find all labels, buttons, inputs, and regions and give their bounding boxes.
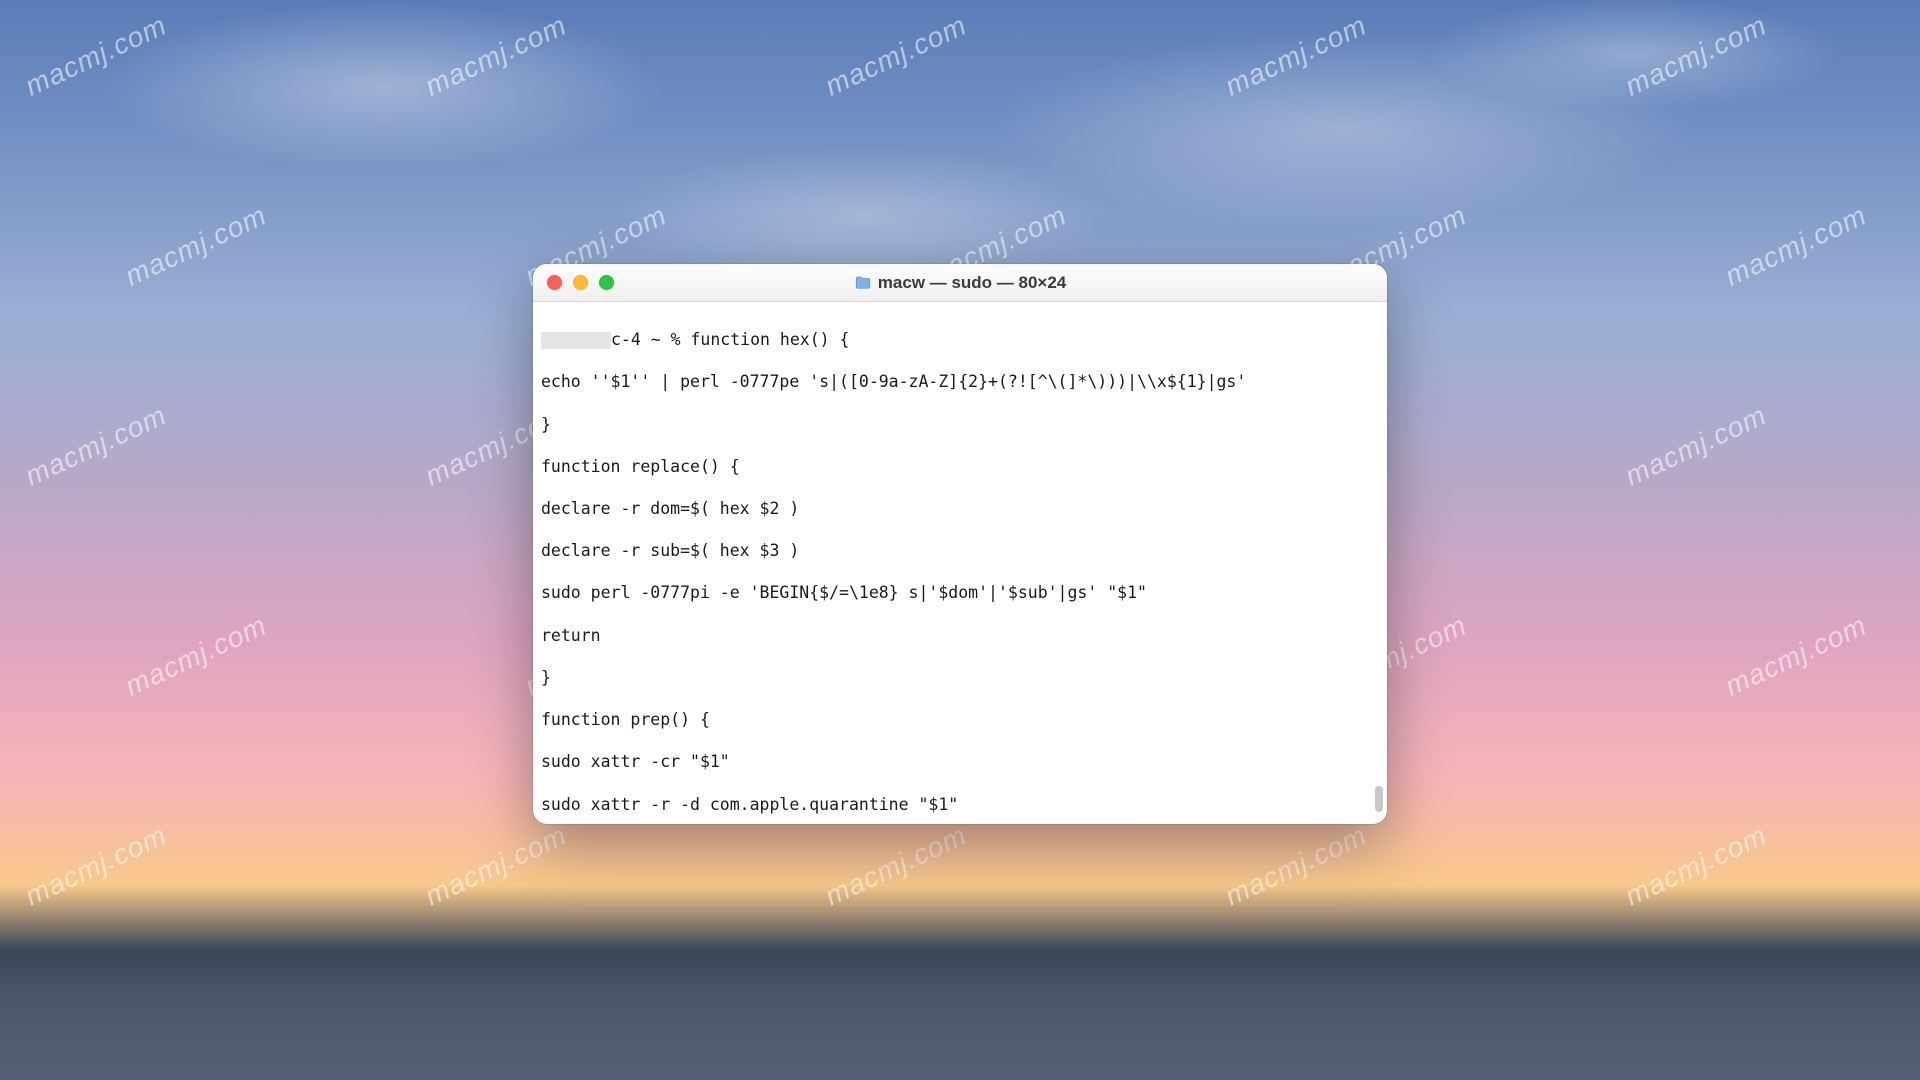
watermark: macmj.com [1720,609,1871,702]
watermark: macmj.com [420,819,571,912]
window-titlebar[interactable]: macw — sudo — 80×24 [533,264,1387,302]
watermark: macmj.com [120,199,271,292]
terminal-window[interactable]: macw — sudo — 80×24 c-4 ~ % function hex… [533,264,1387,824]
terminal-line: sudo perl -0777pi -e 'BEGIN{$/=\1e8} s|'… [541,582,1379,603]
scrollbar-thumb[interactable] [1375,786,1383,812]
prompt-suffix: c-4 ~ % [611,330,690,349]
watermark: macmj.com [820,9,971,102]
terminal-output[interactable]: c-4 ~ % function hex() { echo ''$1'' | p… [533,302,1387,824]
watermark: macmj.com [20,399,171,492]
watermark: macmj.com [1620,399,1771,492]
traffic-lights [533,275,614,290]
watermark: macmj.com [1620,9,1771,102]
watermark: macmj.com [120,609,271,702]
folder-icon [854,274,872,292]
terminal-line: declare -r sub=$( hex $3 ) [541,540,1379,561]
window-title: macw — sudo — 80×24 [533,273,1387,293]
watermark: macmj.com [420,9,571,102]
terminal-line: sudo xattr -cr "$1" [541,751,1379,772]
terminal-line: function hex() { [690,330,849,349]
terminal-line: declare -r dom=$( hex $2 ) [541,498,1379,519]
terminal-line: function prep() { [541,709,1379,730]
window-title-text: macw — sudo — 80×24 [878,273,1067,293]
close-button[interactable] [547,275,562,290]
terminal-line: echo ''$1'' | perl -0777pe 's|([0-9a-zA-… [541,371,1379,392]
terminal-line: } [541,667,1379,688]
watermark: macmj.com [20,9,171,102]
terminal-line: } [541,414,1379,435]
redacted-hostname [541,332,611,349]
terminal-line: return [541,625,1379,646]
watermark: macmj.com [1620,819,1771,912]
watermark: macmj.com [820,819,971,912]
watermark: macmj.com [1220,819,1371,912]
desktop-background: macmj.com macmj.com macmj.com macmj.com … [0,0,1920,1080]
watermark: macmj.com [1220,9,1371,102]
zoom-button[interactable] [599,275,614,290]
terminal-line: function replace() { [541,456,1379,477]
watermark: macmj.com [20,819,171,912]
watermark: macmj.com [1720,199,1871,292]
minimize-button[interactable] [573,275,588,290]
terminal-line: sudo xattr -r -d com.apple.quarantine "$… [541,794,1379,815]
